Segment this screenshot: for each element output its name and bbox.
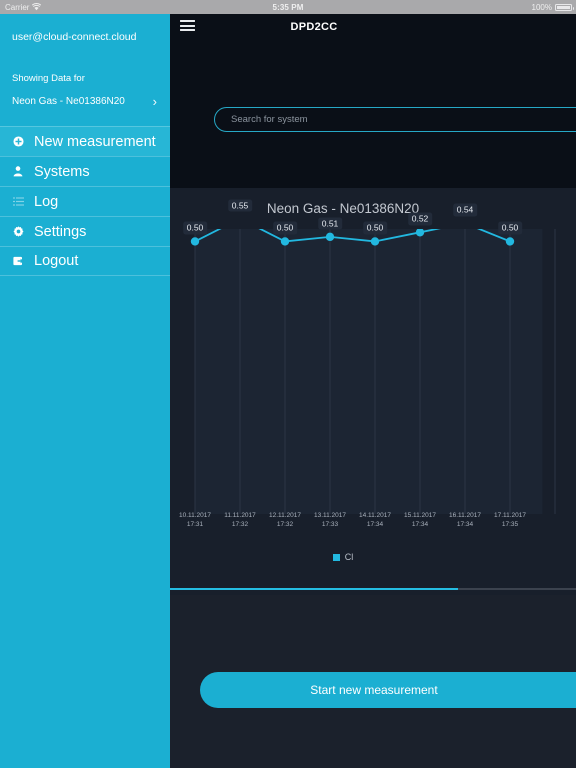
x-tick-date: 16.11.2017: [448, 512, 482, 519]
chart-data-label: 0.54: [453, 203, 477, 217]
sidebar-item-label: New measurement: [34, 133, 156, 150]
x-tick-time: 17:34: [456, 521, 474, 528]
bottom-panel: Start new measurement: [170, 595, 576, 768]
chevron-right-icon: ›: [152, 94, 157, 109]
x-tick-time: 17:34: [366, 521, 384, 528]
x-tick-time: 17:32: [276, 521, 294, 528]
start-new-measurement-label: Start new measurement: [310, 683, 438, 697]
chart-data-label: 0.50: [273, 221, 297, 235]
start-new-measurement-button[interactable]: Start new measurement: [200, 672, 576, 708]
chart-data-label: 0.55: [228, 199, 252, 212]
sidebar-item-new-measurement[interactable]: New measurement: [0, 126, 170, 156]
sidebar-item-systems[interactable]: Systems: [0, 156, 170, 186]
account-email: user@cloud-connect.cloud: [12, 31, 137, 43]
chart-data-label: 0.51: [318, 217, 342, 230]
sidebar-item-label: Logout: [34, 253, 79, 269]
selected-system-label: Neon Gas - Ne01386N20: [12, 96, 125, 107]
logout-icon: [9, 256, 27, 266]
gear-icon: [9, 226, 27, 237]
chart-x-tick: 11.11.2017 17:32: [224, 511, 256, 529]
chart-x-tick: 12.11.2017 17:32: [269, 511, 301, 529]
x-tick-time: 17:31: [186, 521, 204, 528]
chart-data-label: 0.50: [363, 221, 387, 235]
chart-x-tick: 10.11.2017 17:31: [179, 511, 211, 529]
search-placeholder: Search for system: [231, 114, 308, 125]
user-icon: [9, 166, 27, 177]
chart-x-tick: 15.11.2017 17:34: [404, 511, 436, 529]
x-tick-date: 13.11.2017: [313, 512, 347, 519]
chart-data-label: 0.50: [498, 221, 522, 235]
sidebar-item-logout[interactable]: Logout: [0, 246, 170, 276]
chart-panel: Neon Gas - Ne01386N20 0.50 0.55 0.50 0.51 0.…: [170, 188, 576, 588]
status-right: 100%: [531, 2, 574, 12]
x-tick-time: 17:35: [501, 521, 519, 528]
sidebar-item-settings[interactable]: Settings: [0, 216, 170, 246]
top-bar: DPD2CC: [170, 14, 576, 42]
horizontal-scrollbar[interactable]: [170, 588, 576, 595]
chart-x-tick: 17.11.2017 17:35: [494, 511, 526, 529]
chart-x-tick: 14.11.2017 17:34: [359, 511, 391, 529]
x-tick-date: 14.11.2017: [358, 512, 392, 519]
x-tick-time: 17:32: [231, 521, 249, 528]
chart-plot-area[interactable]: 0.50 0.55 0.50 0.51 0.50 0.52 0.54 0.50: [170, 199, 576, 514]
chart-x-axis: 10.11.2017 17:31 11.11.2017 17:32 12.11.2017…: [170, 511, 576, 537]
sidebar-item-label: Settings: [34, 223, 87, 240]
app-title: DPD2CC: [290, 21, 338, 33]
x-tick-time: 17:33: [321, 521, 339, 528]
main-content: DPD2CC Search for system Neon Gas - Ne01…: [170, 14, 576, 768]
legend-swatch: [332, 553, 340, 561]
selected-system-row[interactable]: Neon Gas - Ne01386N20 ›: [0, 84, 170, 108]
chart-legend: Cl: [170, 552, 576, 562]
search-input[interactable]: Search for system: [214, 107, 576, 132]
sidebar-menu: New measurement Systems Log Settings Log…: [0, 126, 170, 276]
sidebar-item-log[interactable]: Log: [0, 186, 170, 216]
x-tick-date: 12.11.2017: [268, 512, 302, 519]
sidebar-item-label: Log: [34, 193, 59, 210]
chart-x-tick: 16.11.2017 17:34: [449, 511, 481, 529]
chart-data-label: 0.52: [408, 212, 432, 226]
showing-data-label: Showing Data for: [12, 73, 85, 84]
battery-full-icon: [555, 3, 574, 11]
chart-x-tick: 13.11.2017 17:33: [314, 511, 346, 529]
list-icon: [9, 197, 27, 206]
sidebar: user@cloud-connect.cloud Showing Data fo…: [0, 14, 170, 768]
x-tick-date: 11.11.2017: [224, 512, 256, 519]
status-time: 5:35 PM: [272, 2, 304, 12]
chart-data-label: 0.50: [183, 221, 207, 235]
x-tick-date: 17.11.2017: [493, 512, 527, 519]
x-tick-date: 15.11.2017: [403, 512, 437, 519]
legend-label: Cl: [344, 552, 354, 562]
x-tick-date: 10.11.2017: [178, 512, 212, 519]
search-zone: Search for system: [170, 42, 576, 188]
plus-circle-icon: [9, 136, 27, 147]
scrollbar-thumb[interactable]: [170, 588, 459, 590]
x-tick-time: 17:34: [411, 521, 429, 528]
sidebar-item-label: Systems: [34, 163, 90, 180]
battery-percent-label: 100%: [531, 2, 552, 12]
status-bar: Carrier 5:35 PM 100%: [0, 0, 576, 14]
